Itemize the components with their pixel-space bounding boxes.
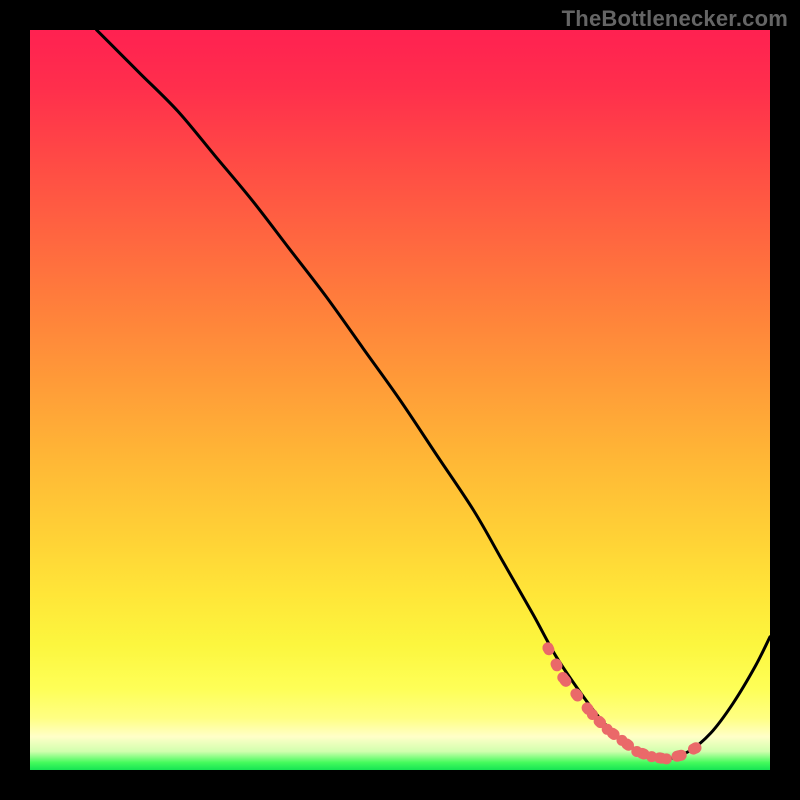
marker-dot <box>602 724 613 735</box>
marker-dot <box>691 742 702 753</box>
marker-dot <box>557 672 568 683</box>
marker-dot <box>617 735 628 746</box>
marker-dot <box>572 691 583 702</box>
marker-dot <box>661 753 672 764</box>
plot-area <box>30 30 770 770</box>
watermark: TheBottlenecker.com <box>562 6 788 32</box>
marker-dot <box>543 642 554 653</box>
marker-dot <box>587 709 598 720</box>
chart-container: TheBottlenecker.com <box>0 0 800 800</box>
marker-dot <box>631 746 642 757</box>
plot-svg <box>30 30 770 770</box>
marker-dot <box>646 751 657 762</box>
marker-dot <box>676 750 687 761</box>
